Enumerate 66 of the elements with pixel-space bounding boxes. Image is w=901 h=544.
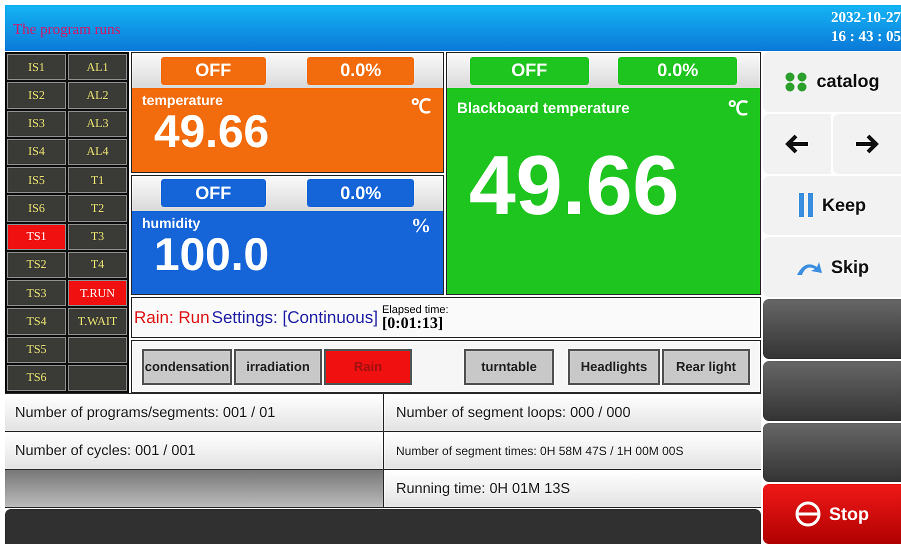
status-indicator: T1 bbox=[68, 167, 127, 194]
function-button[interactable]: condensation bbox=[142, 348, 232, 384]
left-arrow-icon bbox=[784, 134, 810, 154]
status-indicator: AL4 bbox=[68, 138, 127, 165]
pause-icon bbox=[798, 193, 814, 218]
side-button[interactable]: catalog bbox=[763, 52, 901, 112]
reading-value: 100.0 bbox=[154, 230, 270, 276]
status-indicator: IS5 bbox=[7, 167, 66, 194]
side-button[interactable]: Skip bbox=[763, 237, 901, 297]
status-pill: OFF bbox=[470, 56, 589, 84]
status-indicator: TS5 bbox=[7, 336, 66, 363]
status-indicator: IS4 bbox=[7, 138, 66, 165]
status-indicator: AL1 bbox=[68, 54, 127, 80]
run-state: Rain: Run bbox=[134, 308, 210, 328]
dots-icon bbox=[784, 72, 808, 92]
status-pill: OFF bbox=[160, 179, 266, 207]
panel-label: temperature bbox=[142, 92, 223, 108]
function-button[interactable]: irradiation bbox=[234, 348, 322, 384]
status-indicator: T4 bbox=[68, 252, 127, 278]
right-arrow-icon bbox=[854, 134, 880, 154]
output-pill: 0.0% bbox=[307, 56, 414, 84]
unit-label: % bbox=[411, 214, 431, 238]
reading-value: 49.66 bbox=[469, 143, 680, 227]
right-arrow-button[interactable] bbox=[833, 114, 901, 174]
status-indicator: TS4 bbox=[7, 308, 66, 334]
reading-value: 49.66 bbox=[154, 108, 270, 154]
function-button[interactable]: Headlights bbox=[568, 348, 660, 384]
output-pill: 0.0% bbox=[618, 56, 738, 84]
settings-text: Settings: [Continuous] bbox=[212, 308, 378, 328]
info-cell: Number of segment loops: 000 / 000 bbox=[383, 394, 761, 432]
status-indicator: T.WAIT bbox=[68, 308, 127, 334]
side-button[interactable]: Stop bbox=[763, 484, 901, 544]
status-indicator: AL2 bbox=[68, 82, 127, 108]
function-button[interactable]: Rear light bbox=[662, 348, 750, 384]
elapsed-label: Elapsed time: bbox=[382, 304, 449, 316]
info-cell: Number of segment times: 0H 58M 47S / 1H 00M 00S bbox=[383, 432, 761, 470]
unit-label: ℃ bbox=[411, 95, 431, 119]
status-indicator: T.RUN bbox=[68, 280, 127, 306]
status-indicator: IS2 bbox=[7, 82, 66, 108]
status-pill: OFF bbox=[160, 56, 266, 84]
side-button[interactable]: Keep bbox=[763, 176, 901, 236]
status-indicator: IS1 bbox=[7, 54, 66, 80]
program-status: The program runs bbox=[13, 22, 120, 38]
time-text: 16 : 43 : 05 bbox=[831, 28, 901, 47]
blank-button[interactable] bbox=[763, 299, 901, 359]
status-indicator: IS3 bbox=[7, 110, 66, 137]
status-indicator: AL3 bbox=[68, 110, 127, 137]
unit-label: ℃ bbox=[728, 97, 748, 121]
stop-icon bbox=[795, 501, 821, 528]
panel-label: Blackboard temperature bbox=[457, 100, 630, 117]
blank-button[interactable] bbox=[763, 422, 901, 482]
date-text: 2032-10-27 bbox=[831, 9, 901, 28]
info-cell: Running time: 0H 01M 13S bbox=[383, 470, 761, 508]
function-button[interactable]: turntable bbox=[464, 348, 554, 384]
status-indicator: TS1 bbox=[7, 224, 66, 250]
status-indicator: TS3 bbox=[7, 280, 66, 306]
status-indicator: IS6 bbox=[7, 195, 66, 222]
panel-label: humidity bbox=[142, 214, 200, 230]
status-indicator: T3 bbox=[68, 224, 127, 250]
output-pill: 0.0% bbox=[307, 179, 414, 207]
elapsed-value: [0:01:13] bbox=[382, 316, 444, 331]
status-indicator: TS2 bbox=[7, 252, 66, 278]
left-arrow-button[interactable] bbox=[763, 114, 831, 174]
blank-button[interactable] bbox=[763, 360, 901, 420]
status-indicator: T2 bbox=[68, 195, 127, 222]
status-indicator: TS6 bbox=[7, 364, 66, 391]
